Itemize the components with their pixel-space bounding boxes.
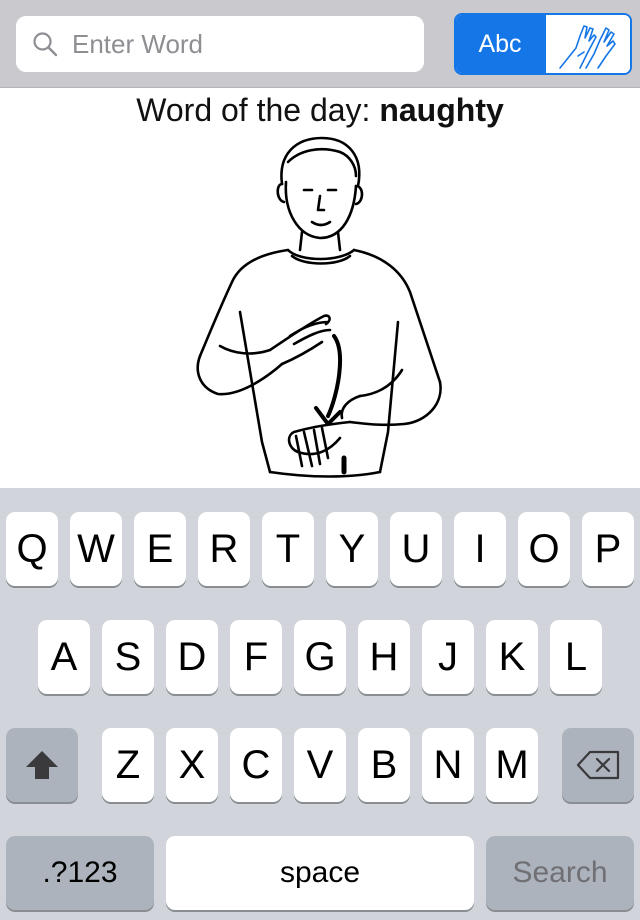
key-l[interactable]: L: [550, 620, 602, 694]
word-of-the-day-prefix: Word of the day:: [136, 92, 380, 128]
key-c[interactable]: C: [230, 728, 282, 802]
key-label: Q: [16, 526, 48, 571]
word-of-the-day: Word of the day: naughty: [0, 88, 640, 132]
numbers-key[interactable]: .?123: [6, 836, 154, 910]
key-label: L: [564, 634, 588, 679]
key-label: K: [498, 634, 526, 679]
key-label: E: [146, 526, 174, 571]
key-j[interactable]: J: [422, 620, 474, 694]
key-label: C: [241, 742, 271, 787]
search-field[interactable]: [16, 16, 424, 72]
search-key-label: Search: [512, 856, 608, 889]
shift-icon: [26, 751, 58, 779]
mode-segmented-control[interactable]: Abc: [454, 13, 632, 75]
key-label: G: [304, 634, 336, 679]
text-mode-label: Abc: [478, 29, 522, 58]
space-key-label: space: [279, 856, 361, 889]
text-mode-segment[interactable]: Abc: [456, 15, 544, 73]
key-label: A: [50, 634, 78, 679]
key-label: V: [306, 742, 334, 787]
key-label: H: [369, 634, 399, 679]
key-label: B: [370, 742, 398, 787]
key-label: M: [495, 742, 529, 787]
search-key[interactable]: Search: [486, 836, 634, 910]
key-t[interactable]: T: [262, 512, 314, 586]
key-label: N: [433, 742, 463, 787]
key-label: F: [243, 634, 269, 679]
key-y[interactable]: Y: [326, 512, 378, 586]
key-b[interactable]: B: [358, 728, 410, 802]
top-bar: Abc: [0, 0, 640, 88]
delete-key[interactable]: [562, 728, 634, 802]
key-label: J: [438, 634, 458, 679]
key-p[interactable]: P: [582, 512, 634, 586]
key-r[interactable]: R: [198, 512, 250, 586]
key-label: U: [401, 526, 431, 571]
key-w[interactable]: W: [70, 512, 122, 586]
signing-hands-icon: [559, 25, 616, 69]
key-label: O: [528, 526, 560, 571]
key-k[interactable]: K: [486, 620, 538, 694]
search-icon: [33, 32, 58, 57]
search-input[interactable]: [72, 16, 412, 72]
key-u[interactable]: U: [390, 512, 442, 586]
key-label: P: [594, 526, 622, 571]
key-f[interactable]: F: [230, 620, 282, 694]
key-label: S: [114, 634, 142, 679]
key-h[interactable]: H: [358, 620, 410, 694]
key-d[interactable]: D: [166, 620, 218, 694]
word-of-the-day-word[interactable]: naughty: [379, 92, 503, 128]
key-s[interactable]: S: [102, 620, 154, 694]
key-g[interactable]: G: [294, 620, 346, 694]
key-label: W: [77, 526, 115, 571]
sign-mode-segment[interactable]: [544, 15, 630, 73]
key-label: T: [275, 526, 301, 571]
key-z[interactable]: Z: [102, 728, 154, 802]
key-label: Y: [338, 526, 366, 571]
key-e[interactable]: E: [134, 512, 186, 586]
key-i[interactable]: I: [454, 512, 506, 586]
keyboard: QWERTYUIOP ASDFGHJKL ZXCVBNM .?123 space…: [0, 488, 640, 920]
sign-illustration[interactable]: [170, 132, 470, 488]
key-a[interactable]: A: [38, 620, 90, 694]
space-key[interactable]: space: [166, 836, 474, 910]
key-q[interactable]: Q: [6, 512, 58, 586]
key-label: D: [177, 634, 207, 679]
key-x[interactable]: X: [166, 728, 218, 802]
key-v[interactable]: V: [294, 728, 346, 802]
key-label: R: [209, 526, 239, 571]
shift-key[interactable]: [6, 728, 78, 802]
key-label: X: [178, 742, 206, 787]
key-label: I: [474, 526, 486, 571]
key-n[interactable]: N: [422, 728, 474, 802]
delete-icon: [576, 750, 620, 780]
key-label: Z: [115, 742, 141, 787]
key-m[interactable]: M: [486, 728, 538, 802]
numbers-key-label: .?123: [42, 856, 118, 889]
key-o[interactable]: O: [518, 512, 570, 586]
